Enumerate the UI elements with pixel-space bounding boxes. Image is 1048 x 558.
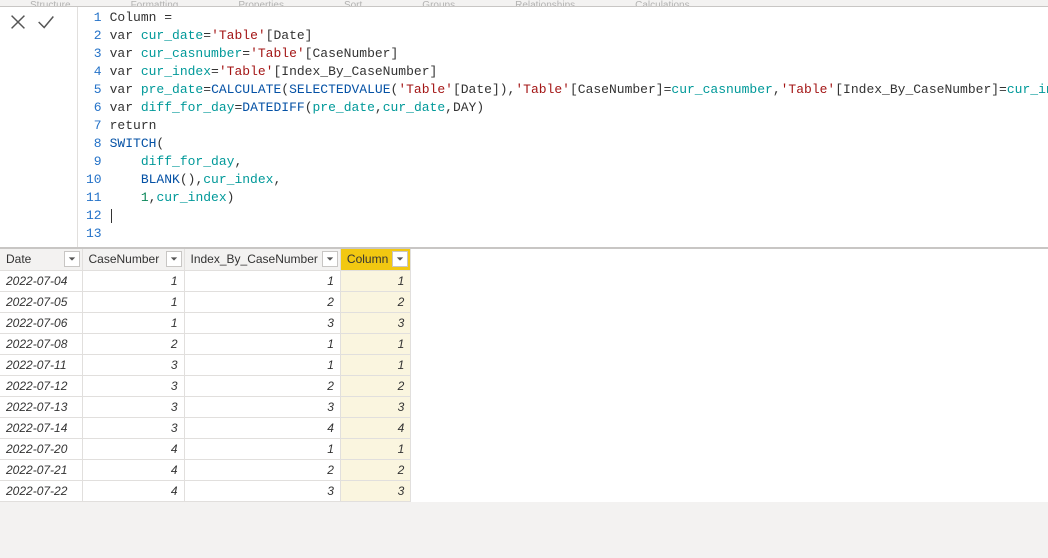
ribbon-tab[interactable]: Groups (422, 0, 455, 6)
table-row[interactable]: 2022-07-12322 (0, 375, 411, 396)
chevron-down-icon (68, 255, 76, 263)
table-row[interactable]: 2022-07-05122 (0, 291, 411, 312)
cell-casenumber[interactable]: 2 (82, 333, 184, 354)
cell-column[interactable]: 4 (340, 417, 410, 438)
cell-column[interactable]: 1 (340, 438, 410, 459)
ribbon-tab[interactable]: Relationships (515, 0, 575, 6)
data-grid: Date CaseNumber Index_By_CaseNumber (0, 248, 1048, 502)
ribbon-tab[interactable]: Calculations (635, 0, 689, 6)
cell-casenumber[interactable]: 1 (82, 312, 184, 333)
chevron-down-icon (170, 255, 178, 263)
cell-column[interactable]: 3 (340, 312, 410, 333)
cell-date[interactable]: 2022-07-22 (0, 480, 82, 501)
ribbon-tab[interactable]: Formatting (131, 0, 179, 6)
cell-date[interactable]: 2022-07-04 (0, 270, 82, 291)
cell-index[interactable]: 3 (184, 480, 340, 501)
table-row[interactable]: 2022-07-13333 (0, 396, 411, 417)
cell-casenumber[interactable]: 3 (82, 375, 184, 396)
cell-date[interactable]: 2022-07-12 (0, 375, 82, 396)
cell-column[interactable]: 1 (340, 270, 410, 291)
cell-date[interactable]: 2022-07-06 (0, 312, 82, 333)
table-row[interactable]: 2022-07-11311 (0, 354, 411, 375)
formula-bar: 12345678910111213 Column = var cur_date=… (0, 6, 1048, 248)
cell-index[interactable]: 4 (184, 417, 340, 438)
cell-date[interactable]: 2022-07-21 (0, 459, 82, 480)
table-row[interactable]: 2022-07-08211 (0, 333, 411, 354)
cell-casenumber[interactable]: 3 (82, 354, 184, 375)
ribbon-tab[interactable]: Properties (238, 0, 284, 6)
cell-column[interactable]: 2 (340, 375, 410, 396)
cell-date[interactable]: 2022-07-13 (0, 396, 82, 417)
check-icon (35, 11, 57, 33)
column-header-label: CaseNumber (89, 252, 160, 266)
cell-casenumber[interactable]: 4 (82, 459, 184, 480)
data-table: Date CaseNumber Index_By_CaseNumber (0, 249, 411, 502)
filter-dropdown-button[interactable] (392, 251, 408, 267)
cell-casenumber[interactable]: 1 (82, 291, 184, 312)
cell-date[interactable]: 2022-07-11 (0, 354, 82, 375)
cell-index[interactable]: 1 (184, 333, 340, 354)
table-row[interactable]: 2022-07-06133 (0, 312, 411, 333)
table-body: 2022-07-041112022-07-051222022-07-061332… (0, 270, 411, 501)
dax-editor[interactable]: 12345678910111213 Column = var cur_date=… (78, 7, 1048, 247)
column-header-label: Column (347, 252, 388, 266)
cell-column[interactable]: 2 (340, 291, 410, 312)
filter-dropdown-button[interactable] (166, 251, 182, 267)
cell-index[interactable]: 1 (184, 354, 340, 375)
cell-index[interactable]: 1 (184, 270, 340, 291)
chevron-down-icon (326, 255, 334, 263)
column-header-label: Date (6, 252, 31, 266)
table-row[interactable]: 2022-07-21422 (0, 459, 411, 480)
cell-date[interactable]: 2022-07-14 (0, 417, 82, 438)
filter-dropdown-button[interactable] (322, 251, 338, 267)
cell-index[interactable]: 2 (184, 459, 340, 480)
ribbon-tab[interactable]: Sort (344, 0, 362, 6)
cell-index[interactable]: 2 (184, 375, 340, 396)
cell-casenumber[interactable]: 4 (82, 438, 184, 459)
header-row: Date CaseNumber Index_By_CaseNumber (0, 249, 411, 270)
cell-casenumber[interactable]: 3 (82, 396, 184, 417)
table-row[interactable]: 2022-07-14344 (0, 417, 411, 438)
cell-column[interactable]: 1 (340, 333, 410, 354)
cell-column[interactable]: 3 (340, 480, 410, 501)
cell-index[interactable]: 3 (184, 312, 340, 333)
cell-column[interactable]: 2 (340, 459, 410, 480)
cell-date[interactable]: 2022-07-08 (0, 333, 82, 354)
cell-date[interactable]: 2022-07-20 (0, 438, 82, 459)
column-header-column[interactable]: Column (340, 249, 410, 270)
cell-index[interactable]: 1 (184, 438, 340, 459)
commit-formula-button[interactable] (32, 9, 60, 35)
cell-casenumber[interactable]: 3 (82, 417, 184, 438)
chevron-down-icon (396, 255, 404, 263)
table-row[interactable]: 2022-07-20411 (0, 438, 411, 459)
table-row[interactable]: 2022-07-04111 (0, 270, 411, 291)
cell-column[interactable]: 1 (340, 354, 410, 375)
cell-column[interactable]: 3 (340, 396, 410, 417)
cell-index[interactable]: 2 (184, 291, 340, 312)
column-header-index[interactable]: Index_By_CaseNumber (184, 249, 340, 270)
column-header-label: Index_By_CaseNumber (191, 252, 318, 266)
table-row[interactable]: 2022-07-22433 (0, 480, 411, 501)
column-header-casenumber[interactable]: CaseNumber (82, 249, 184, 270)
x-icon (7, 11, 29, 33)
line-gutter: 12345678910111213 (78, 9, 110, 245)
cell-casenumber[interactable]: 1 (82, 270, 184, 291)
cell-index[interactable]: 3 (184, 396, 340, 417)
column-header-date[interactable]: Date (0, 249, 82, 270)
cell-casenumber[interactable]: 4 (82, 480, 184, 501)
dax-code[interactable]: Column = var cur_date='Table'[Date]var c… (110, 9, 1048, 245)
cell-date[interactable]: 2022-07-05 (0, 291, 82, 312)
ribbon-tab[interactable]: Structure (30, 0, 71, 6)
cancel-formula-button[interactable] (4, 9, 32, 35)
filter-dropdown-button[interactable] (64, 251, 80, 267)
formula-controls (0, 7, 78, 247)
